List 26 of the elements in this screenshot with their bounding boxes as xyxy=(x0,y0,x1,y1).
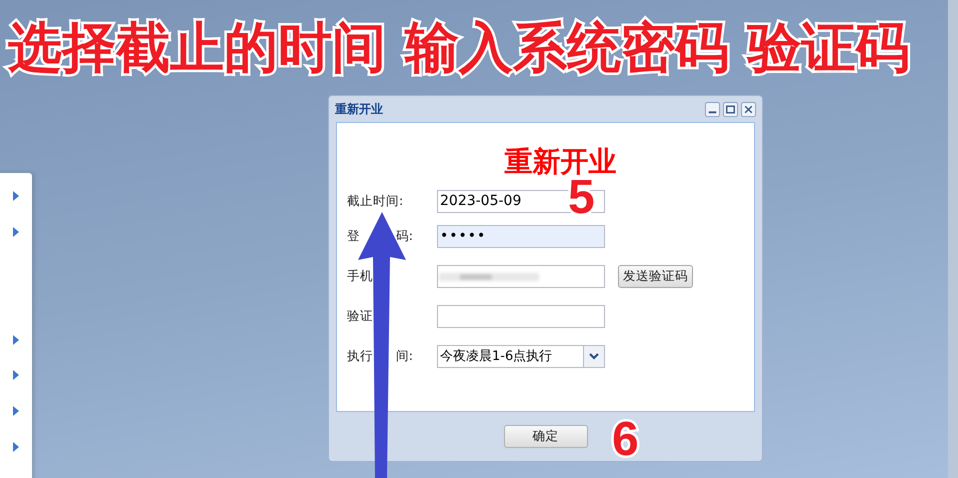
field-label: 码: xyxy=(396,228,413,244)
maximize-icon[interactable] xyxy=(723,102,738,116)
expand-arrow-icon[interactable] xyxy=(12,441,20,453)
banner-title: 选择截止的时间 输入系统密码 验证码 xyxy=(6,15,910,78)
window-title: 重新开业 xyxy=(335,100,383,118)
dropdown-icon[interactable] xyxy=(583,346,604,366)
field-label: 间: xyxy=(396,348,413,364)
field-label: 截止时间: xyxy=(347,192,404,210)
phone-field[interactable] xyxy=(437,264,605,288)
close-icon[interactable] xyxy=(741,102,756,116)
ok-button[interactable]: 确定 xyxy=(504,425,588,448)
step-number: 6 xyxy=(612,414,639,466)
code-field[interactable] xyxy=(437,304,605,328)
expand-arrow-icon[interactable] xyxy=(12,334,20,346)
field-label: 验证 xyxy=(347,308,373,324)
expand-arrow-icon[interactable] xyxy=(12,226,20,238)
field-label: 登 xyxy=(347,228,360,244)
field-label: 手机 xyxy=(347,268,373,284)
field-label: 执行 xyxy=(347,348,373,364)
minimize-icon[interactable] xyxy=(705,102,720,116)
expand-arrow-icon[interactable] xyxy=(12,369,20,381)
password-field[interactable]: ••••• xyxy=(437,224,605,248)
send-code-button[interactable]: 发送验证码 xyxy=(618,264,693,288)
expand-arrow-icon[interactable] xyxy=(12,190,20,202)
expand-arrow-icon[interactable] xyxy=(12,405,20,417)
time-select[interactable]: 今夜凌晨1-6点执行 xyxy=(437,344,605,368)
